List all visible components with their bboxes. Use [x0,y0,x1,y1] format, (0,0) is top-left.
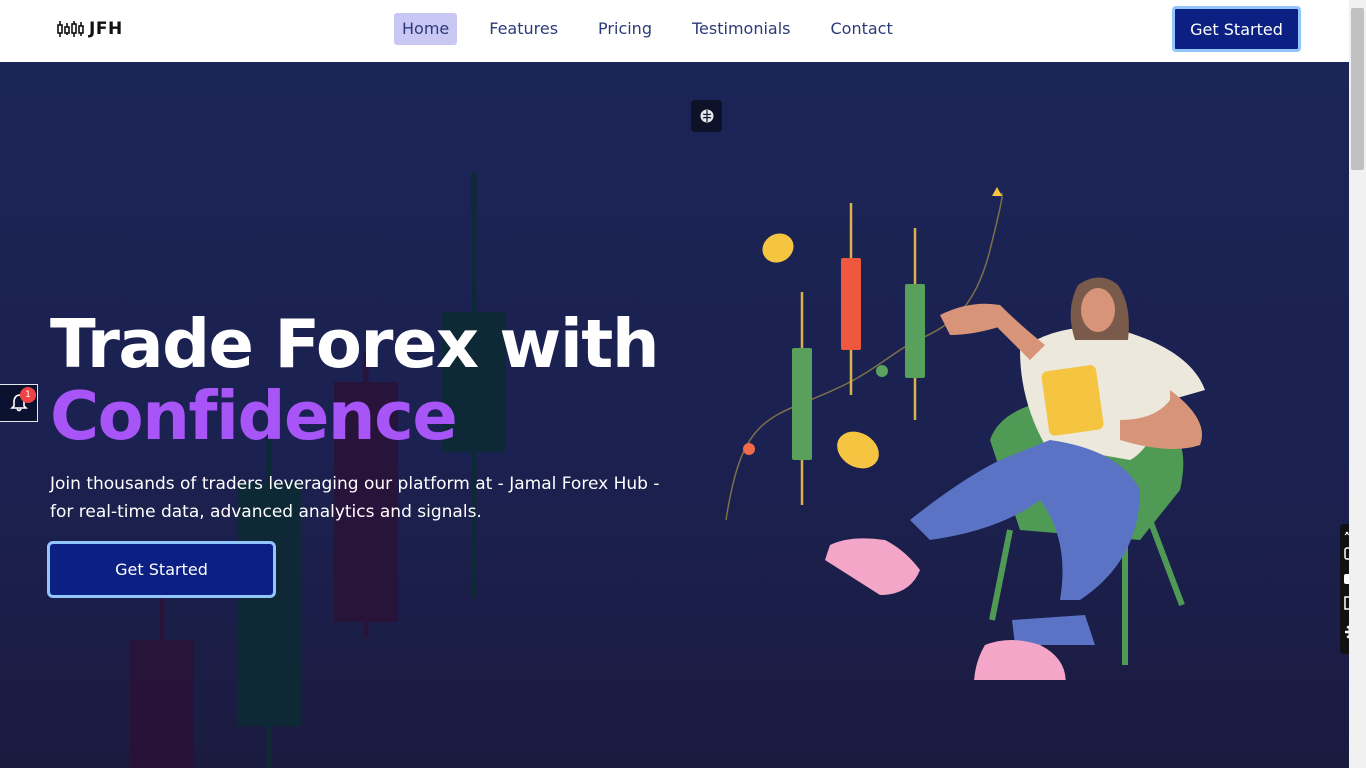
top-navbar: JFH Home Features Pricing Testimonials C… [0,0,1349,62]
nav-get-started-button[interactable]: Get Started [1172,6,1301,52]
nav-home[interactable]: Home [394,13,458,45]
scrollbar-thumb[interactable] [1351,8,1364,170]
notification-bell-button[interactable]: 1 [0,384,38,422]
page-scrollbar[interactable] [1349,0,1366,768]
logo-candles-icon [57,21,84,37]
nav-pricing[interactable]: Pricing [590,13,660,45]
nav-links: Home Features Pricing Testimonials Conta… [394,13,925,45]
brand-logo[interactable]: JFH [57,16,123,42]
arrow-up-icon [992,187,1002,196]
nav-contact[interactable]: Contact [822,13,900,45]
nav-testimonials[interactable]: Testimonials [684,13,799,45]
hero-get-started-button[interactable]: Get Started [47,541,276,598]
nav-features[interactable]: Features [481,13,566,45]
notification-count-badge: 1 [20,387,36,403]
hero-subtitle: Join thousands of traders leveraging our… [50,474,660,522]
hero-title: Trade Forex with Confidence [50,305,660,455]
hero-title-line1: Trade Forex with [50,305,660,383]
hero-illustration [725,187,1205,680]
hero-title-accent: Confidence [50,377,458,455]
brand-name: JFH [89,19,123,39]
